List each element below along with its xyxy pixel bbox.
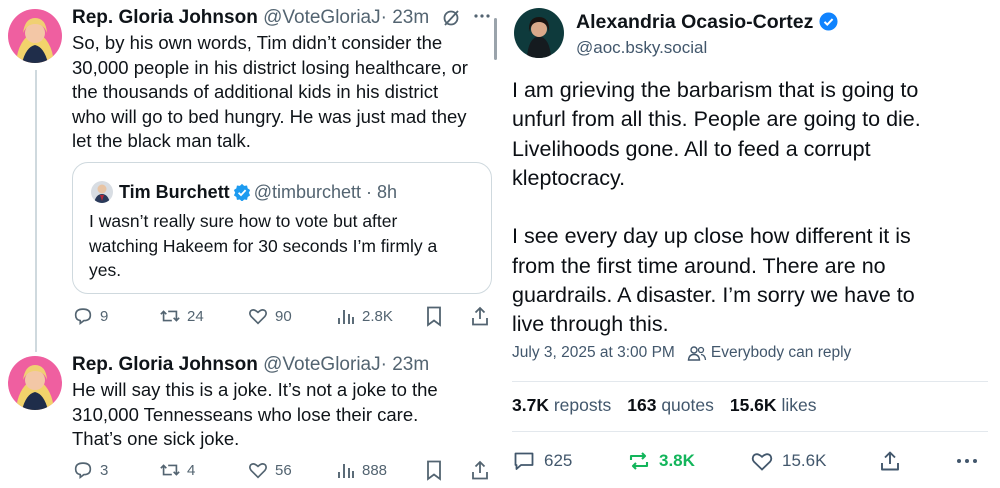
avatar[interactable]: [8, 9, 62, 63]
author-name[interactable]: Alexandria Ocasio-Cortez: [576, 9, 841, 38]
author-name[interactable]: Rep. Gloria Johnson: [72, 354, 258, 375]
share-icon: [881, 451, 899, 471]
repost-count: 4: [187, 461, 196, 479]
likes-label: likes: [781, 395, 817, 415]
like-count: 56: [275, 461, 292, 479]
reply-count: 3: [100, 461, 109, 479]
views-button[interactable]: 2.8K: [336, 303, 393, 329]
reply-icon: [74, 308, 92, 325]
heart-icon: [249, 463, 267, 479]
engagement-stats: 3.7K reposts 163 quotes 15.6K likes: [512, 395, 816, 416]
tweet-text: He will say this is a joke. It’s not a j…: [72, 379, 438, 449]
people-icon: [687, 346, 707, 361]
tweet-actions: 9 24 90 2.8K: [72, 303, 492, 329]
scrollbar-thumb[interactable]: [494, 18, 497, 60]
reply-icon: [514, 452, 534, 470]
verified-badge-icon: [819, 12, 838, 38]
repost-count: 24: [187, 307, 204, 325]
analytics-icon: [338, 464, 354, 478]
bookmark-icon: [427, 460, 441, 481]
timestamp[interactable]: · 23m: [381, 354, 430, 375]
author-handle[interactable]: @VoteGloriaJ: [263, 7, 381, 28]
tweet-header: Rep. Gloria Johnson @VoteGloriaJ· 23m: [72, 6, 429, 30]
share-button[interactable]: [470, 457, 490, 483]
tweet-header: Rep. Gloria Johnson @VoteGloriaJ· 23m: [72, 353, 429, 377]
post-actions: 625 3.8K 15.6K: [512, 447, 988, 475]
quoted-handle[interactable]: @timburchett · 8h: [254, 182, 397, 202]
post-text: I am grieving the barbarism that is goin…: [512, 78, 921, 337]
repost-icon: [629, 452, 649, 470]
quoted-header: Tim Burchett @timburchett · 8h: [119, 180, 397, 207]
likes-stat[interactable]: 15.6K likes: [730, 395, 817, 415]
share-icon: [472, 306, 488, 326]
reply-setting[interactable]: Everybody can reply: [711, 344, 851, 362]
reply-icon: [74, 462, 92, 479]
share-button[interactable]: [878, 447, 902, 475]
tweet-actions: 3 4 56 888: [72, 457, 492, 483]
likes-count: 15.6K: [729, 395, 777, 415]
divider: [512, 381, 988, 382]
reply-button[interactable]: 9: [72, 303, 108, 329]
reposts-stat[interactable]: 3.7K reposts: [512, 395, 611, 415]
repost-count: 3.8K: [659, 451, 695, 470]
views-button[interactable]: 888: [336, 457, 387, 483]
author-handle[interactable]: @VoteGloriaJ: [263, 354, 381, 375]
more-button[interactable]: [954, 447, 980, 475]
quoted-avatar[interactable]: [91, 181, 113, 203]
more-icon[interactable]: [472, 6, 492, 31]
tweet-text: So, by his own words, Tim didn’t conside…: [72, 32, 468, 151]
reposts-count: 3.7K: [512, 395, 549, 415]
quoted-text: I wasn’t really sure how to vote but aft…: [89, 211, 438, 280]
share-button[interactable]: [470, 303, 490, 329]
quotes-label: quotes: [661, 395, 714, 415]
reply-button[interactable]: 625: [512, 447, 572, 475]
like-count: 15.6K: [782, 451, 827, 470]
bookmark-button[interactable]: [424, 303, 444, 329]
like-count: 90: [275, 307, 292, 325]
post-meta: July 3, 2025 at 3:00 PM Everybody can re…: [512, 344, 851, 362]
bluesky-post-panel: Alexandria Ocasio-Cortez @aoc.bsky.socia…: [500, 0, 1000, 488]
like-button[interactable]: 15.6K: [750, 447, 826, 475]
bookmark-icon: [427, 306, 441, 327]
quoted-author-name[interactable]: Tim Burchett: [119, 182, 230, 202]
views-count: 2.8K: [362, 307, 393, 325]
verified-badge-icon: [233, 183, 251, 207]
quotes-stat[interactable]: 163 quotes: [627, 395, 714, 415]
heart-icon: [751, 453, 773, 471]
reply-count: 625: [544, 451, 573, 470]
repost-button[interactable]: 3.8K: [627, 447, 695, 475]
reposts-label: reposts: [553, 395, 612, 415]
reply-button[interactable]: 3: [72, 457, 108, 483]
divider: [512, 431, 988, 432]
like-button[interactable]: 56: [247, 457, 292, 483]
timestamp[interactable]: · 23m: [381, 7, 430, 28]
share-icon: [472, 460, 488, 480]
thread-connector-line: [35, 70, 37, 352]
repost-button[interactable]: 24: [159, 303, 204, 329]
analytics-icon: [338, 310, 354, 324]
repost-button[interactable]: 4: [159, 457, 195, 483]
reply-count: 9: [100, 307, 109, 325]
bookmark-button[interactable]: [424, 457, 444, 483]
author-name-text[interactable]: Alexandria Ocasio-Cortez: [576, 11, 813, 33]
author-handle[interactable]: @aoc.bsky.social: [576, 37, 707, 59]
post-date[interactable]: July 3, 2025 at 3:00 PM: [512, 344, 675, 362]
quoted-tweet[interactable]: Tim Burchett @timburchett · 8h I wasn’t r…: [72, 162, 492, 294]
avatar[interactable]: [8, 356, 62, 410]
heart-icon: [249, 309, 267, 325]
x-thread-panel: Rep. Gloria Johnson @VoteGloriaJ· 23m So…: [0, 0, 500, 488]
grok-icon[interactable]: [441, 8, 461, 33]
like-button[interactable]: 90: [247, 303, 292, 329]
repost-icon: [160, 464, 180, 476]
more-icon: [957, 459, 977, 463]
author-name[interactable]: Rep. Gloria Johnson: [72, 7, 258, 28]
views-count: 888: [362, 461, 388, 479]
repost-icon: [160, 310, 180, 322]
quotes-count: 163: [627, 395, 657, 415]
avatar[interactable]: [514, 8, 564, 58]
